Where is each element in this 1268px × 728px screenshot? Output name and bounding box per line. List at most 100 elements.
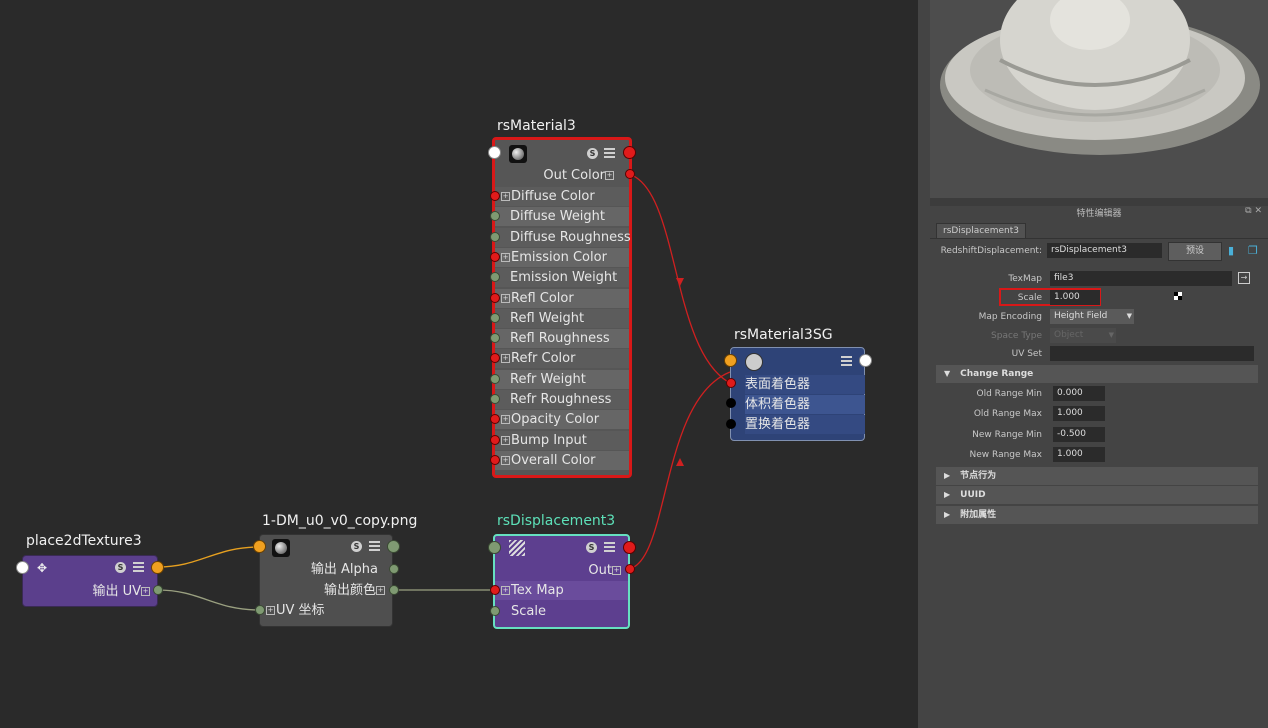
material-preview [930, 0, 1268, 198]
place2d-icon: ✥ [37, 561, 48, 575]
material-input-port[interactable] [490, 231, 500, 242]
focus-icon[interactable]: ▮ [1228, 244, 1234, 257]
preset-button[interactable]: 预设 [1168, 242, 1222, 261]
sg-input-port[interactable] [724, 354, 737, 367]
sg-output-port[interactable] [859, 354, 872, 367]
file-attr-list-icon[interactable] [369, 541, 380, 552]
panel-divider[interactable] [918, 0, 930, 728]
out-uv-label: 输出 UV + [92, 584, 150, 599]
old-max-field[interactable]: 1.000 [1053, 406, 1105, 421]
tab-rsdisplacement[interactable]: rsDisplacement3 [936, 223, 1026, 239]
wire-disp-to-displacement [628, 371, 731, 570]
rsdisplacement-node[interactable]: S Out + + Tex Map Scale [493, 534, 630, 629]
material-input-port[interactable] [490, 373, 500, 384]
out-uv-port[interactable] [153, 585, 163, 595]
map-checker-icon[interactable] [1174, 292, 1182, 300]
space-type-label: Space Type [991, 331, 1042, 341]
material-input-label: Refr Weight [510, 371, 586, 387]
node-name-field[interactable]: rsDisplacement3 [1047, 243, 1162, 258]
section-node-behavior[interactable]: ▶ 节点行为 [936, 467, 1258, 485]
material-sphere-icon [509, 145, 527, 163]
section-uuid[interactable]: ▶ UUID [936, 486, 1258, 504]
rsmaterialsg-node[interactable]: 表面着色器 体积着色器 置换着色器 [730, 347, 865, 441]
map-encoding-dropdown[interactable]: Height Field ▼ [1050, 309, 1134, 324]
rsmaterial-output-port[interactable] [623, 146, 636, 159]
material-input-row: Refl Weight [495, 308, 629, 328]
rsmaterial-input-port[interactable] [488, 146, 501, 159]
place2d-input-port[interactable] [16, 561, 29, 574]
uv-coord-port[interactable] [255, 605, 265, 615]
material-input-port[interactable] [490, 312, 500, 323]
material-input-row: Diffuse Weight [495, 207, 629, 227]
float-panel-icon[interactable]: ⧉ ✕ [1245, 206, 1262, 216]
material-input-row: Refr Roughness [495, 390, 629, 409]
section-extra-attributes[interactable]: ▶ 附加属性 [936, 506, 1258, 524]
sg-displacement-port[interactable] [726, 419, 736, 429]
disp-s-icon[interactable]: S [586, 542, 597, 553]
out-alpha-port[interactable] [389, 564, 399, 574]
disp-out-port[interactable] [625, 564, 635, 574]
out-color-port[interactable] [625, 169, 635, 179]
old-min-field[interactable]: 0.000 [1053, 386, 1105, 401]
material-input-port[interactable] [490, 394, 500, 404]
preview-render-image [940, 0, 1260, 155]
uv-set-field[interactable] [1050, 346, 1254, 361]
sg-surface-port[interactable] [726, 378, 736, 388]
sg-attr-list-icon[interactable] [841, 356, 852, 367]
place2d-output-port[interactable] [151, 561, 164, 574]
material-input-label: Diffuse Weight [510, 209, 606, 225]
section-change-range[interactable]: ▼ Change Range [936, 365, 1258, 383]
material-input-row: Diffuse Roughness [495, 227, 631, 247]
file-s-icon[interactable]: S [351, 541, 362, 552]
scale-row-label: Scale [511, 604, 546, 619]
rsmaterial-title: rsMaterial3 [497, 118, 576, 134]
disp-input-port[interactable] [488, 541, 501, 554]
material-input-row: Refl Roughness [495, 329, 629, 349]
expand-triangle-icon: ▶ [944, 471, 951, 480]
material-input-port[interactable] [490, 292, 500, 303]
material-input-row: + Refr Color [495, 349, 629, 369]
tex-map-row: + Tex Map [495, 581, 628, 600]
out-color-label: Out Color + [543, 168, 614, 183]
material-input-port[interactable] [490, 251, 500, 262]
uv-coord-label: + UV 坐标 [266, 603, 325, 618]
sg-volume-port[interactable] [726, 398, 736, 408]
place2d-node[interactable]: ✥ S 输出 UV + [22, 555, 158, 607]
new-max-label: New Range Max [969, 450, 1042, 460]
disp-out-label: Out + [588, 563, 621, 578]
scale-field[interactable]: 1.000 [1050, 290, 1100, 305]
material-input-port[interactable] [490, 434, 500, 445]
texmap-field[interactable]: file3 [1050, 271, 1232, 286]
out-color-cn-label: 输出颜色 + [323, 583, 385, 598]
scale-label: Scale [1017, 293, 1042, 303]
place2d-attr-list-icon[interactable] [133, 562, 144, 573]
space-type-dropdown: Object ▼ [1050, 328, 1116, 343]
old-min-label: Old Range Min [976, 389, 1042, 399]
node-editor-graph[interactable]: rsMaterial3 S Out Color + + Diffuse Color D… [0, 0, 918, 728]
disp-attr-list-icon[interactable] [604, 542, 615, 553]
map-encoding-label: Map Encoding [978, 312, 1042, 322]
file-node[interactable]: S 输出 Alpha 输出颜色 + + UV 坐标 [259, 534, 393, 627]
chevron-down-icon: ▼ [1126, 312, 1132, 320]
place2d-s-icon[interactable]: S [115, 562, 126, 573]
material-input-port[interactable] [490, 191, 500, 201]
material-input-port[interactable] [490, 454, 500, 465]
rsmaterial-node[interactable]: S Out Color + + Diffuse Color Diffuse Weigh… [492, 137, 632, 478]
material-input-row: + Overall Color [495, 450, 629, 470]
swatch-s-icon[interactable]: S [587, 148, 598, 159]
file-output-port[interactable] [387, 540, 400, 553]
texmap-link-icon[interactable]: → [1238, 272, 1250, 284]
tex-map-port[interactable] [490, 585, 500, 595]
disp-output-port[interactable] [623, 541, 636, 554]
material-input-label: Refr Color [511, 351, 576, 367]
file-input-port[interactable] [253, 540, 266, 553]
new-max-field[interactable]: 1.000 [1053, 447, 1105, 462]
file-texture-icon [272, 539, 290, 557]
sg-input-displacement: 置换着色器 [745, 415, 865, 434]
out-color-cn-port[interactable] [389, 585, 399, 595]
copy-tab-icon[interactable]: ❐ [1248, 244, 1258, 257]
attr-list-icon[interactable] [604, 148, 615, 159]
scale-port[interactable] [490, 606, 500, 616]
material-input-label: Bump Input [511, 432, 587, 448]
new-min-field[interactable]: -0.500 [1053, 427, 1105, 442]
